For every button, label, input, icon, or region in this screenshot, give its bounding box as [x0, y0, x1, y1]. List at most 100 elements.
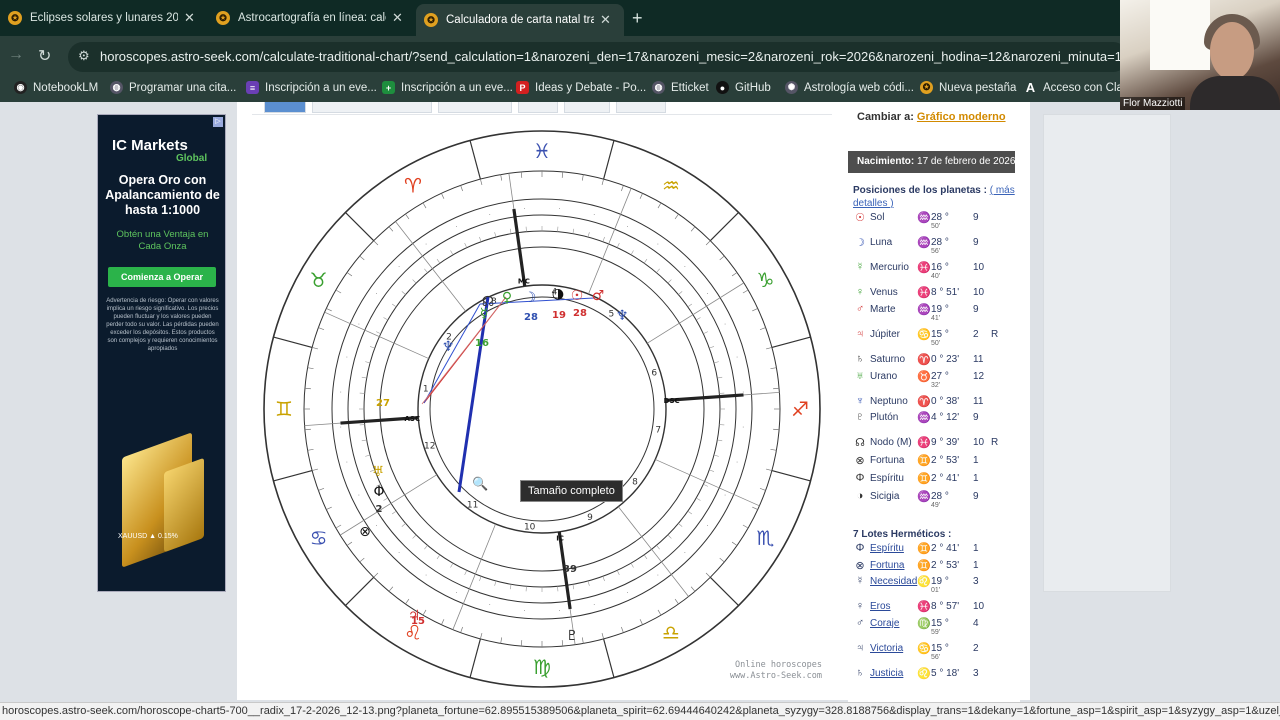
degree-tick [766, 347, 772, 350]
lot-link[interactable]: Necesidad [870, 576, 917, 587]
bookmark-astrologia-web[interactable]: ✺ Astrología web códi... [785, 81, 914, 94]
bookmark-inscripcion-2[interactable]: + Inscripción a un eve... [382, 81, 513, 94]
planet-row: ☊ Nodo (M) ♓ 9 ° 39' 10 R [853, 436, 1018, 454]
bookmark-etticket[interactable]: ◍ Etticket [652, 81, 709, 94]
bookmark-programar-cita[interactable]: ◍ Programar una cita... [110, 81, 236, 94]
lot-link[interactable]: Coraje [870, 618, 899, 629]
degree-tick [412, 534, 417, 539]
wheel-ring [331, 198, 753, 620]
planet-glyph-icon: ♇ [566, 628, 579, 644]
degree-tick [690, 586, 696, 592]
browser-tab-3-active[interactable]: ✪ Calculadora de carta natal tradic... ✕ [416, 4, 624, 36]
planet-degree: 9 ° 39' [931, 437, 960, 448]
sign-divider [469, 638, 481, 678]
planet-name: Nodo (M) [870, 437, 912, 448]
tab-title: Eclipses solares y lunares 2026... [30, 12, 178, 24]
planet-name: Espíritu [870, 473, 904, 484]
bookmark-nueva-pestana[interactable]: ✪ Nueva pestaña [920, 81, 1016, 94]
zodiac-sign-icon: ♈ [404, 174, 422, 198]
bookmark-github[interactable]: ● GitHub [716, 81, 771, 94]
planet-degree: 4 ° 12' [931, 412, 960, 423]
zodiac-sign-icon: ♓ [917, 601, 931, 613]
degree-tick [441, 619, 445, 625]
decan-glyph: · [358, 491, 360, 499]
ad-choices-icon[interactable]: ▷ [213, 117, 223, 127]
subtab[interactable] [616, 102, 666, 113]
bookmark-acceso-clave[interactable]: A Acceso con Clave [1024, 80, 1135, 95]
sign-divider [345, 576, 375, 606]
ad-cta-button[interactable]: Comienza a Operar [108, 267, 216, 287]
icmarkets-ad[interactable]: ▷ IC Markets Global Opera Oro con Apalan… [97, 114, 226, 592]
planet-glyph-icon: ♀ [855, 286, 865, 298]
degree-tick [773, 387, 780, 390]
forward-arrow-icon[interactable]: → [8, 46, 24, 64]
degree-tick [719, 255, 725, 261]
decan-glyph: · [340, 388, 342, 396]
subtab-active[interactable] [264, 102, 306, 113]
lot-link[interactable]: Espíritu [870, 543, 904, 554]
degree-tick [450, 250, 454, 255]
bookmark-ideas-debate[interactable]: P Ideas y Debate - Po... [516, 81, 646, 94]
degree-tick [373, 572, 379, 578]
planet-minutes: 40' [931, 273, 941, 280]
close-icon[interactable]: ✕ [600, 12, 611, 28]
close-icon[interactable]: ✕ [392, 10, 403, 26]
degree-tick [657, 609, 662, 616]
lot-link[interactable]: Fortuna [870, 560, 904, 571]
bookmark-inscripcion-1[interactable]: ≡ Inscripción a un eve... [246, 81, 377, 94]
planet-minutes: 50' [931, 340, 941, 347]
url-text[interactable]: horoscopes.astro-seek.com/calculate-trad… [100, 49, 1120, 64]
degree-tick [460, 185, 463, 192]
degree-tick [365, 454, 371, 457]
browser-tab-1[interactable]: ✪ Eclipses solares y lunares 2026... ✕ [0, 4, 206, 32]
planet-minutes: 32' [931, 382, 941, 389]
degree-tick [643, 258, 648, 264]
angle-label-asc: ASC [405, 415, 421, 423]
lot-house: 4 [973, 618, 979, 629]
zodiac-sign-icon: ♋ [917, 643, 931, 655]
planet-house: 2 [973, 329, 979, 340]
planet-glyph-icon: ☿ [855, 261, 865, 273]
degree-tick [464, 570, 468, 575]
planet-house: 9 [973, 304, 979, 315]
reload-icon[interactable]: ↻ [38, 46, 51, 66]
new-tab-plus-icon[interactable]: + [632, 8, 643, 29]
lot-link[interactable]: Eros [870, 601, 891, 612]
planet-glyph-icon: ♅ [372, 464, 385, 480]
zodiac-sign-icon: ♓ [917, 262, 931, 274]
subtab[interactable] [518, 102, 558, 113]
degree-tick [742, 289, 749, 294]
subtab[interactable] [312, 102, 432, 113]
browser-tab-2[interactable]: ✪ Astrocartografía en línea: calcul... ✕ [208, 4, 414, 32]
decan-glyph: · [340, 424, 342, 432]
degree-tick [621, 185, 624, 192]
planet-degree: 2 ° 53' [931, 455, 960, 466]
degree-tick [361, 439, 367, 442]
decan-glyph: · [558, 607, 560, 615]
subtab[interactable] [438, 102, 512, 113]
close-icon[interactable]: ✕ [184, 10, 195, 26]
degree-tick [752, 506, 758, 510]
planet-house: 9 [973, 412, 979, 423]
degree-tick [674, 213, 679, 220]
natal-chart-wheel[interactable]: · · · · · · · · · · · · · · · · · · · · · · · · · · · · · · · · · · · · ♓ ♒ ♑ ♐… [262, 128, 822, 690]
chart-wheel-svg: ····································♓♒♑♐… [263, 130, 821, 688]
decan-glyph: · [346, 458, 348, 466]
decan-glyph: · [398, 263, 400, 271]
lot-link[interactable]: Justicia [870, 668, 903, 679]
degree-tick [480, 179, 483, 185]
modern-chart-link[interactable]: Gráfico moderno [917, 111, 1006, 123]
degree-tick [630, 250, 634, 255]
lot-link[interactable]: Victoria [870, 643, 903, 654]
planet-row: ♂ Marte ♒ 19 ° 41' 9 [853, 303, 1018, 322]
degree-tick [639, 619, 643, 625]
wheel-ring [379, 246, 705, 572]
degree-tick [678, 523, 683, 527]
lot-degree: 19 ° [931, 576, 949, 587]
site-info-icon[interactable]: ⚙ [78, 48, 90, 64]
subtab[interactable] [564, 102, 610, 113]
astro-seek-favicon: ✪ [920, 81, 933, 94]
decan-glyph: · [736, 458, 738, 466]
degree-tick [616, 243, 620, 248]
bookmark-notebooklm[interactable]: ◉ NotebookLM [14, 81, 98, 94]
